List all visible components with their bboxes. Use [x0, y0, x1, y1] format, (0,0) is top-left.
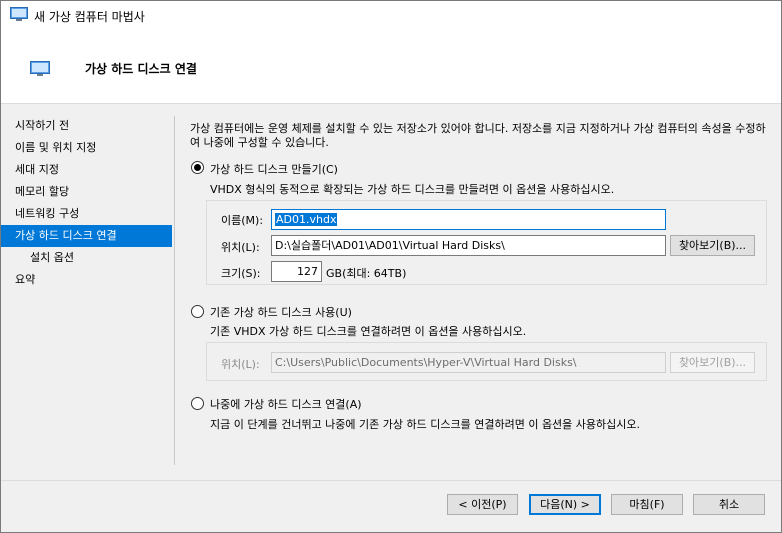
- vhd-name-value: AD01.vhdx: [275, 213, 338, 226]
- nav-divider: [174, 116, 175, 465]
- vhd-name-label: 이름(M):: [221, 214, 264, 227]
- wizard-steps-nav: 시작하기 전 이름 및 위치 지정 세대 지정 메모리 할당 네트워킹 구성 가…: [1, 115, 174, 291]
- use-existing-vhd-radio[interactable]: [191, 305, 204, 318]
- browse-location-button[interactable]: 찾아보기(B)...: [670, 235, 755, 256]
- vm-wizard-icon: [10, 7, 28, 25]
- create-vhd-label[interactable]: 가상 하드 디스크 만들기(C): [210, 161, 338, 177]
- vm-page-icon: [30, 61, 50, 80]
- attach-later-label[interactable]: 나중에 가상 하드 디스크 연결(A): [210, 396, 362, 412]
- footer-divider: [1, 480, 781, 481]
- next-button[interactable]: 다음(N) >: [529, 494, 601, 515]
- page-description: 가상 컴퓨터에는 운영 체제를 설치할 수 있는 저장소가 있어야 합니다. 저…: [190, 122, 766, 149]
- vhd-size-input[interactable]: 127: [271, 261, 322, 282]
- vhd-size-label: 크기(S):: [221, 267, 261, 280]
- finish-button[interactable]: 마침(F): [611, 494, 683, 515]
- vhd-location-input[interactable]: D:\실습폴더\AD01\AD01\Virtual Hard Disks\: [271, 235, 666, 256]
- existing-browse-button[interactable]: 찾아보기(B)...: [670, 352, 755, 373]
- vhd-name-input[interactable]: AD01.vhdx: [271, 209, 666, 230]
- existing-location-label: 위치(L):: [221, 358, 260, 371]
- attach-later-description: 지금 이 단계를 건너뛰고 나중에 기존 가상 하드 디스크를 연결하려면 이 …: [210, 418, 641, 431]
- nav-item-installation-options[interactable]: 설치 옵션: [1, 247, 172, 269]
- attach-later-radio[interactable]: [191, 397, 204, 410]
- page-header: 가상 하드 디스크 연결: [1, 31, 781, 104]
- nav-item-before-you-begin[interactable]: 시작하기 전: [1, 115, 172, 137]
- wizard-window: 새 가상 컴퓨터 마법사 가상 하드 디스크 연결 시작하기 전 이름 및 위치…: [0, 0, 782, 533]
- use-existing-vhd-label[interactable]: 기존 가상 하드 디스크 사용(U): [210, 304, 352, 320]
- vhd-location-label: 위치(L):: [221, 241, 260, 254]
- cancel-button[interactable]: 취소: [693, 494, 765, 515]
- create-vhd-description: VHDX 형식의 동적으로 확장되는 가상 하드 디스크를 만들려면 이 옵션을…: [210, 183, 615, 196]
- nav-item-memory[interactable]: 메모리 할당: [1, 181, 172, 203]
- nav-item-networking[interactable]: 네트워킹 구성: [1, 203, 172, 225]
- nav-item-name-location[interactable]: 이름 및 위치 지정: [1, 137, 172, 159]
- nav-item-generation[interactable]: 세대 지정: [1, 159, 172, 181]
- create-vhd-radio[interactable]: [191, 161, 204, 174]
- page-title: 가상 하드 디스크 연결: [85, 62, 197, 76]
- nav-item-virtual-hard-disk[interactable]: 가상 하드 디스크 연결: [1, 225, 172, 247]
- use-existing-vhd-description: 기존 VHDX 가상 하드 디스크를 연결하려면 이 옵션을 사용하십시오.: [210, 325, 527, 338]
- nav-item-summary[interactable]: 요약: [1, 269, 172, 291]
- previous-button[interactable]: < 이전(P): [447, 494, 518, 515]
- existing-location-input[interactable]: C:\Users\Public\Documents\Hyper-V\Virtua…: [271, 352, 666, 373]
- title-bar[interactable]: 새 가상 컴퓨터 마법사: [1, 1, 781, 31]
- vhd-size-unit: GB(최대: 64TB): [326, 267, 407, 280]
- window-title: 새 가상 컴퓨터 마법사: [34, 10, 145, 24]
